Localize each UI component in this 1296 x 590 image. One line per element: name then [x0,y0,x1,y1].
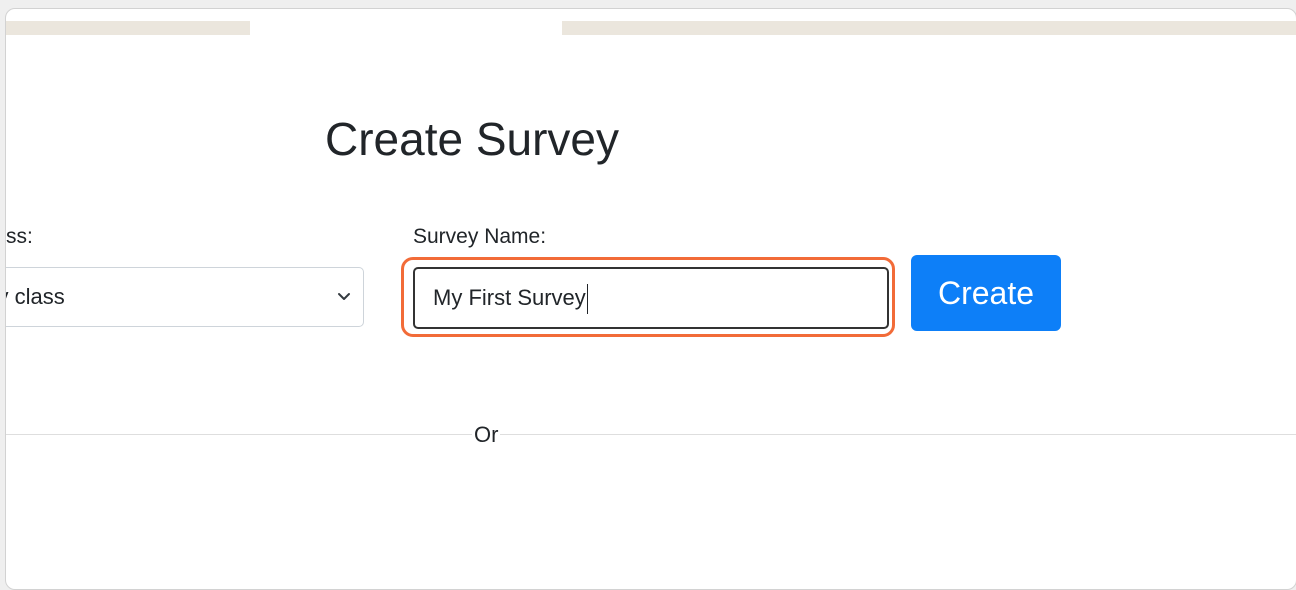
survey-name-value: My First Survey [433,285,586,310]
page-title: Create Survey [325,113,620,165]
page-frame: Create Survey ss: f my class Survey Name… [5,8,1296,590]
create-button[interactable]: Create [911,255,1061,331]
text-caret [586,284,588,315]
top-bar-right [562,21,1296,35]
divider-line [6,434,1296,435]
survey-name-input[interactable]: My First Survey [413,267,889,329]
or-label: Or [472,421,501,449]
top-bar-left [6,21,250,35]
chevron-down-icon [338,293,350,300]
class-label: ss: [6,225,33,248]
class-select[interactable]: f my class [6,267,364,327]
class-select-value: f my class [6,284,65,309]
survey-name-label: Survey Name: [413,225,547,248]
